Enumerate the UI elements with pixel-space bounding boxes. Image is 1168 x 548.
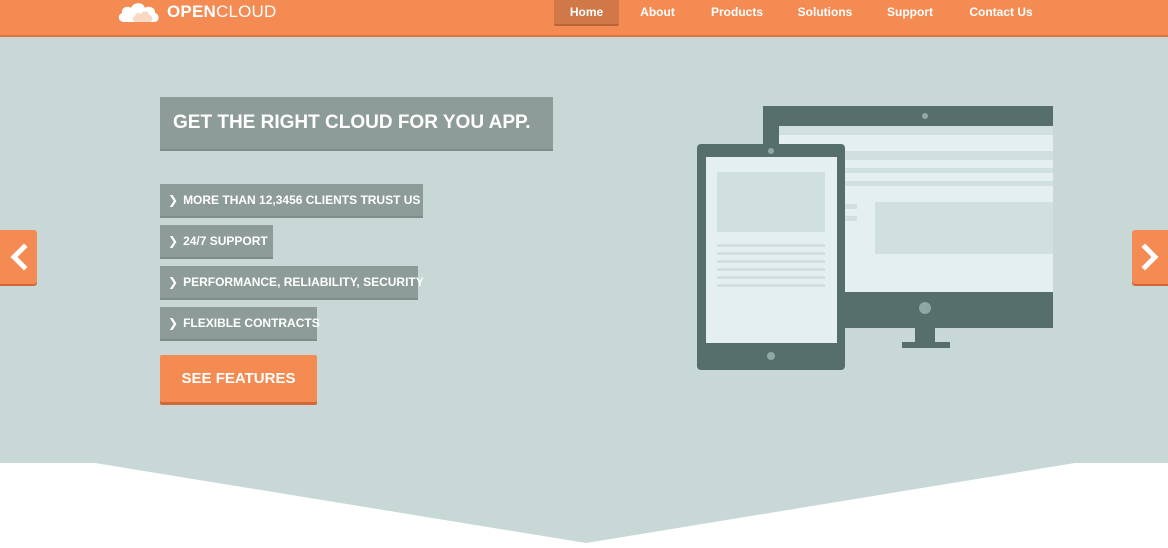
chevron-right-icon: ❯ — [168, 316, 179, 330]
chevron-right-icon: ❯ — [168, 234, 179, 248]
chevron-right-icon: ❯ — [168, 193, 179, 207]
brand-name-bold: OPEN — [167, 2, 216, 21]
hero-pointer-shape — [0, 460, 1168, 543]
brand-logo[interactable]: OPENCLOUD — [116, 0, 277, 24]
feature-label: 24/7 SUPPORT — [183, 234, 268, 248]
feature-item: ❯ 24/7 SUPPORT — [160, 225, 273, 257]
nav-about[interactable]: About — [632, 0, 683, 24]
nav-contact-us[interactable]: Contact Us — [961, 0, 1041, 24]
carousel-prev-button[interactable] — [0, 230, 37, 284]
feature-item: ❯ MORE THAN 12,3456 CLIENTS TRUST US — [160, 184, 423, 216]
nav-home[interactable]: Home — [554, 0, 619, 24]
nav-solutions[interactable]: Solutions — [790, 0, 860, 24]
feature-item: ❯ FLEXIBLE CONTRACTS — [160, 307, 320, 339]
feature-label: MORE THAN 12,3456 CLIENTS TRUST US — [183, 193, 421, 207]
see-features-button[interactable]: SEE FEATURES — [160, 355, 317, 402]
hero-headline: GET THE RIGHT CLOUD FOR YOU APP. — [160, 97, 553, 149]
nav-support[interactable]: Support — [879, 0, 941, 24]
feature-item: ❯ PERFORMANCE, RELIABILITY, SECURITY — [160, 266, 424, 298]
cloud-icon — [118, 3, 159, 22]
brand-name: OPENCLOUD — [167, 2, 277, 22]
chevron-right-icon — [1141, 243, 1159, 271]
chevron-right-icon: ❯ — [168, 275, 179, 289]
feature-label: PERFORMANCE, RELIABILITY, SECURITY — [183, 275, 424, 289]
nav-products[interactable]: Products — [703, 0, 771, 24]
top-navbar: OPENCLOUD Home About Products Solutions … — [0, 0, 1168, 37]
chevron-left-icon — [9, 243, 28, 271]
feature-label: FLEXIBLE CONTRACTS — [183, 316, 320, 330]
devices-illustration — [697, 106, 1053, 370]
page: OPENCLOUD Home About Products Solutions … — [0, 0, 1168, 548]
carousel-next-button[interactable] — [1132, 230, 1168, 284]
brand-name-regular: CLOUD — [215, 2, 277, 21]
